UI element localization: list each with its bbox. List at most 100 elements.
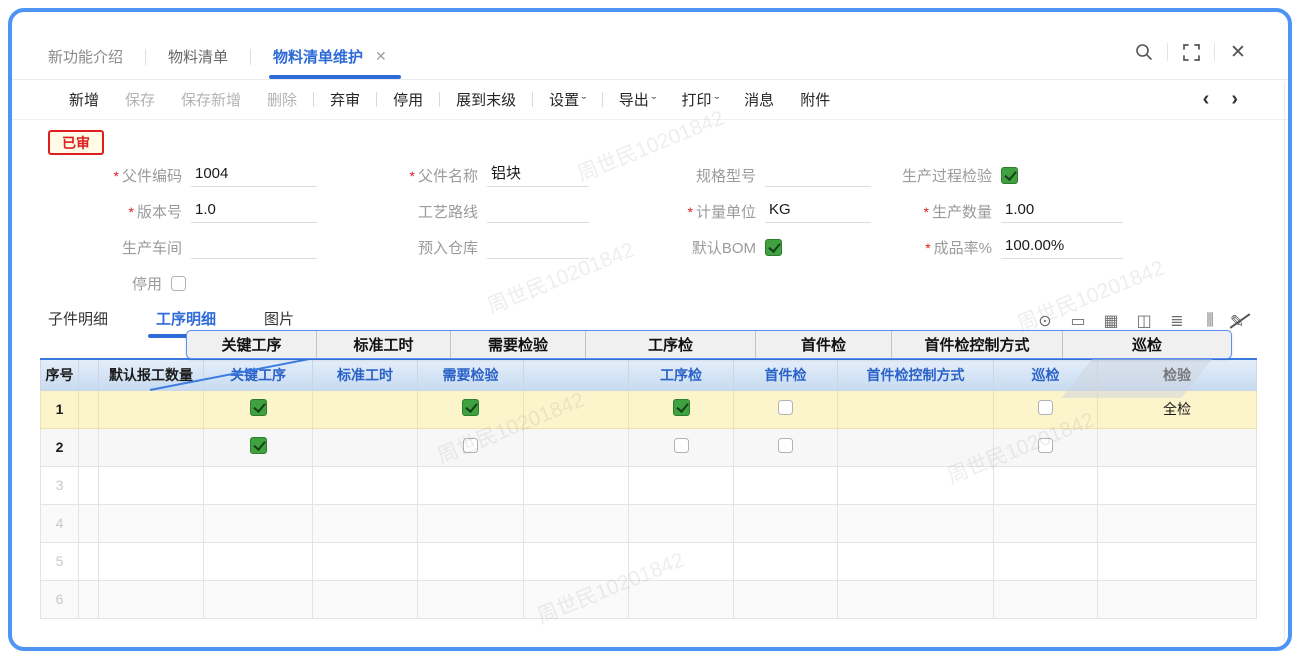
field-disabled-flag: 停用 <box>40 268 186 298</box>
col-standard-hours[interactable]: 标准工时 <box>313 359 418 390</box>
parent-name-input[interactable]: 铝块 <box>487 163 589 187</box>
drag-segment: 巡检 <box>1063 331 1231 358</box>
spec-model-input[interactable] <box>765 163 871 187</box>
cell-first-article-control[interactable] <box>838 390 994 428</box>
save-button[interactable]: 保存 <box>112 89 168 110</box>
process-inspection-checkbox[interactable] <box>674 438 689 453</box>
grid-toolbar-icon[interactable]: ⊙ <box>1036 312 1054 330</box>
cell-first-article-control[interactable] <box>838 428 994 466</box>
field-unit: *计量单位 KG <box>620 196 871 226</box>
col-process-inspection[interactable]: 工序检 <box>629 359 734 390</box>
field-process-inspection: 生产过程检验 <box>860 160 1018 190</box>
tab-child-items[interactable]: 子件明细 <box>48 308 108 329</box>
grid-toolbar: ⊙ ▭ ▦ ◫ ≣ ⫼ <box>1036 312 1219 330</box>
field-parent-code: *父件编码 1004 <box>40 160 317 190</box>
expand-all-button[interactable]: 展到末级 <box>443 89 529 110</box>
tab-material-list[interactable]: 物料清单 <box>168 46 228 67</box>
col-first-article[interactable]: 首件检 <box>734 359 838 390</box>
settings-dropdown[interactable]: 设置ˇ <box>536 89 599 110</box>
grid-toolbar-icon[interactable]: ⫼ <box>1201 312 1219 330</box>
col-placeholder[interactable] <box>524 359 629 390</box>
delete-button[interactable]: 删除 <box>254 89 310 110</box>
field-warehouse: 预入仓库 <box>350 232 589 262</box>
required-mark: * <box>410 168 415 184</box>
key-process-checkbox[interactable] <box>250 399 267 416</box>
first-article-checkbox[interactable] <box>778 400 793 415</box>
cell-key-process[interactable] <box>204 390 313 428</box>
grid-row-6[interactable]: 6 <box>41 580 1257 618</box>
process-inspection-checkbox[interactable] <box>1001 167 1018 184</box>
cell-standard-hours[interactable] <box>313 428 418 466</box>
col-default-report-qty[interactable]: 默认报工数量 <box>99 359 204 390</box>
fullscreen-icon[interactable] <box>1181 42 1201 62</box>
tab-process-detail[interactable]: 工序明细 <box>156 308 216 329</box>
cell-need-inspection[interactable] <box>418 390 524 428</box>
grid-toolbar-icon[interactable]: ≣ <box>1168 312 1186 330</box>
version-input[interactable]: 1.0 <box>191 199 317 223</box>
toolbar-divider <box>602 92 603 107</box>
grid-toolbar-icon[interactable]: ◫ <box>1135 312 1153 330</box>
need-inspection-checkbox[interactable] <box>463 438 478 453</box>
search-icon[interactable] <box>1134 42 1154 62</box>
add-button[interactable]: 新增 <box>56 89 112 110</box>
print-dropdown[interactable]: 打印ˇ <box>668 89 731 110</box>
yield-rate-input[interactable]: 100.00% <box>1001 235 1123 259</box>
cell-process-inspection[interactable] <box>629 390 734 428</box>
workshop-input[interactable] <box>191 235 317 259</box>
key-process-checkbox[interactable] <box>250 437 267 454</box>
patrol-checkbox[interactable] <box>1038 400 1053 415</box>
grid-toolbar-icon[interactable]: ▦ <box>1102 312 1120 330</box>
first-article-checkbox[interactable] <box>778 438 793 453</box>
production-qty-input[interactable]: 1.00 <box>1001 199 1123 223</box>
export-dropdown[interactable]: 导出ˇ <box>606 89 669 110</box>
disabled-flag-checkbox[interactable] <box>171 276 186 291</box>
grid-row-2[interactable]: 2 <box>41 428 1257 466</box>
next-record-button[interactable]: › <box>1231 88 1238 111</box>
grid-toolbar-icon[interactable]: ▭ <box>1069 312 1087 330</box>
grid-row-5[interactable]: 5 <box>41 542 1257 580</box>
patrol-checkbox[interactable] <box>1038 438 1053 453</box>
process-inspection-checkbox[interactable] <box>673 399 690 416</box>
cell-default-report-qty[interactable] <box>99 390 204 428</box>
cell-need-inspection[interactable] <box>418 428 524 466</box>
close-window-icon[interactable]: ✕ <box>1228 42 1248 62</box>
grid-row-4[interactable]: 4 <box>41 504 1257 542</box>
cell-standard-hours[interactable] <box>313 390 418 428</box>
cell-default-report-qty[interactable] <box>99 428 204 466</box>
need-inspection-checkbox[interactable] <box>462 399 479 416</box>
field-spec-model: 规格型号 <box>620 160 871 190</box>
attachment-button[interactable]: 附件 <box>787 89 843 110</box>
col-blank[interactable] <box>79 359 99 390</box>
unit-input[interactable]: KG <box>765 199 871 223</box>
tab-pictures[interactable]: 图片 <box>264 308 294 329</box>
message-button[interactable]: 消息 <box>731 89 787 110</box>
field-process-route: 工艺路线 <box>350 196 589 226</box>
col-first-article-control[interactable]: 首件检控制方式 <box>838 359 994 390</box>
parent-code-input[interactable]: 1004 <box>191 163 317 187</box>
process-route-input[interactable] <box>487 199 589 223</box>
prev-record-button[interactable]: ‹ <box>1203 88 1210 111</box>
field-default-bom: 默认BOM <box>620 232 782 262</box>
grid-row-3[interactable]: 3 <box>41 466 1257 504</box>
disable-button[interactable]: 停用 <box>380 89 436 110</box>
cell-key-process[interactable] <box>204 428 313 466</box>
cell-inspection-method[interactable] <box>1098 428 1257 466</box>
tab-bom-maintenance[interactable]: 物料清单维护 ✕ <box>273 46 387 67</box>
toolbar-divider <box>313 92 314 107</box>
field-yield-rate: *成品率% 100.00% <box>860 232 1123 262</box>
warehouse-input[interactable] <box>487 235 589 259</box>
cell-first-article[interactable] <box>734 428 838 466</box>
column-drag-ghost-bar: 关键工序 标准工时 需要检验 工序检 首件检 首件检控制方式 巡检 <box>186 330 1232 359</box>
toolbar-divider <box>532 92 533 107</box>
col-seq[interactable]: 序号 <box>41 359 79 390</box>
cell-first-article[interactable] <box>734 390 838 428</box>
edit-disabled-pencil-icon[interactable]: ✎ <box>1230 312 1244 332</box>
cell-process-inspection[interactable] <box>629 428 734 466</box>
tab-new-features[interactable]: 新功能介绍 <box>48 46 123 67</box>
default-bom-checkbox[interactable] <box>765 239 782 256</box>
save-and-add-button[interactable]: 保存新增 <box>168 89 254 110</box>
unapprove-button[interactable]: 弃审 <box>317 89 373 110</box>
cell-patrol[interactable] <box>994 428 1098 466</box>
tab-close-icon[interactable]: ✕ <box>375 48 387 65</box>
col-need-inspection[interactable]: 需要检验 <box>418 359 524 390</box>
